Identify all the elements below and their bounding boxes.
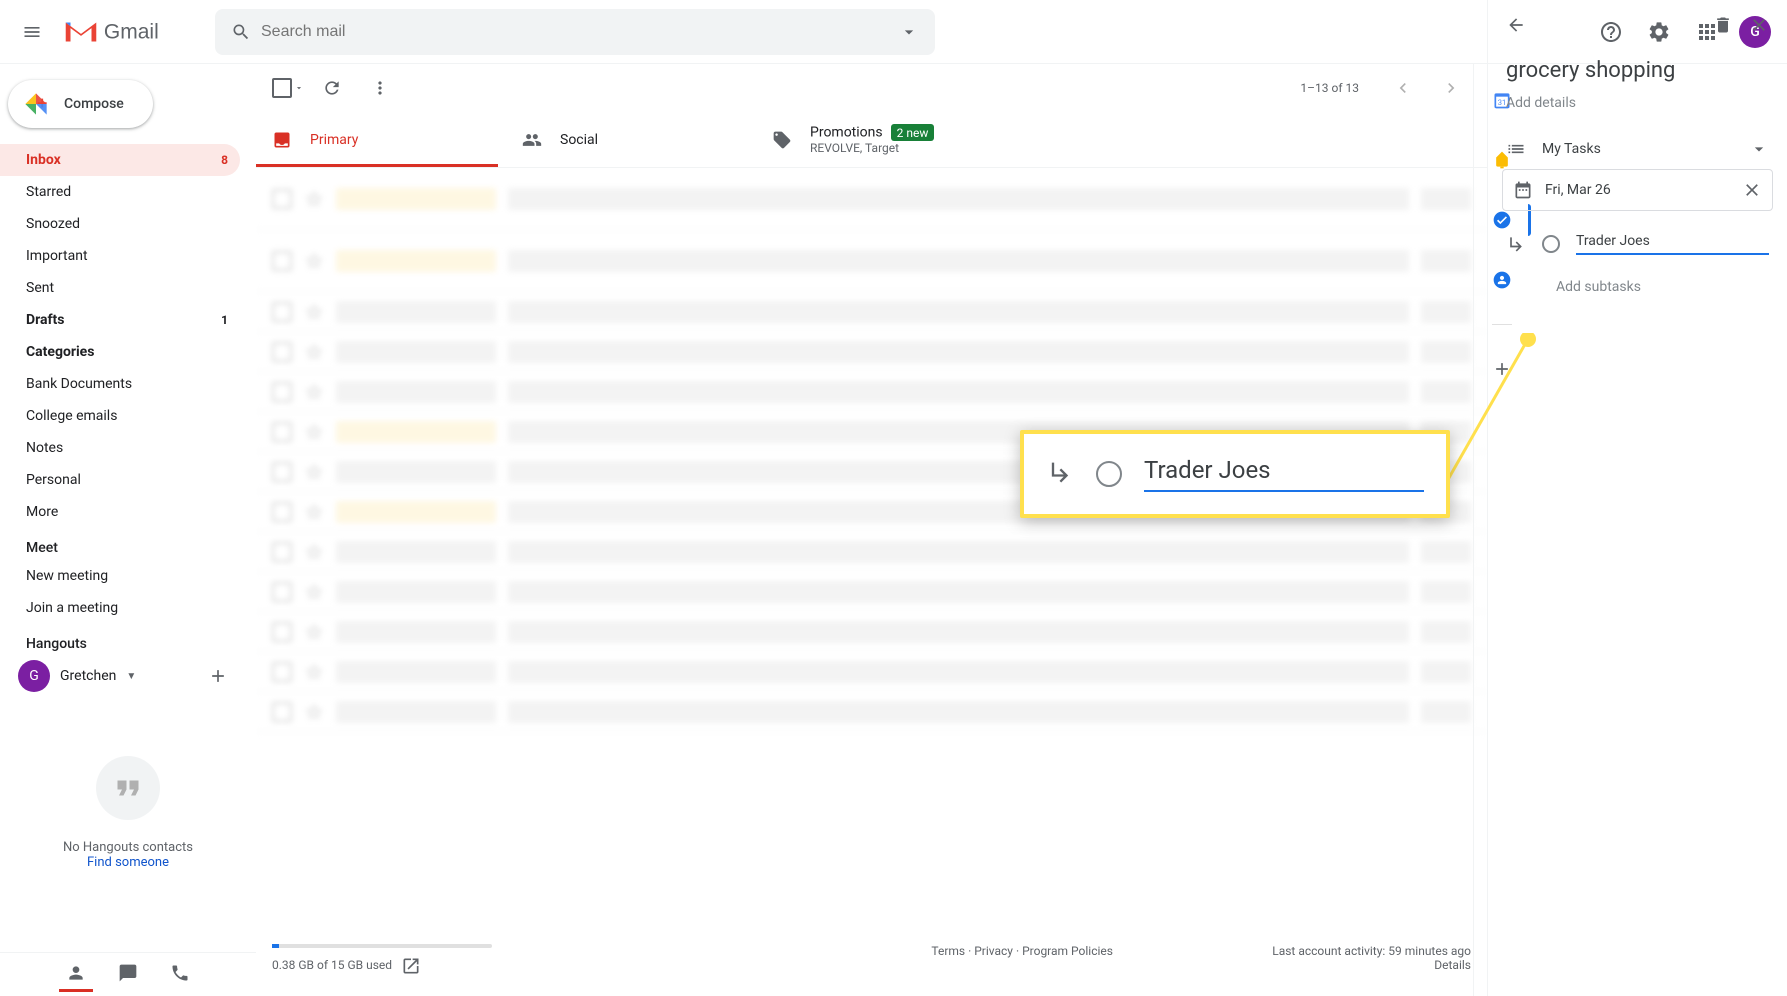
email-list xyxy=(256,168,1487,924)
footer-links: Terms · Privacy · Program Policies xyxy=(772,944,1272,976)
tag-icon xyxy=(772,130,792,150)
tab-primary[interactable]: Primary xyxy=(256,112,506,167)
sidebar-item-snoozed[interactable]: Snoozed xyxy=(0,208,240,240)
select-all-dropdown-icon[interactable] xyxy=(294,78,304,98)
subtask-title-input[interactable]: Trader Joes xyxy=(1576,233,1769,255)
page-next-button[interactable] xyxy=(1431,68,1471,108)
sidebar-item-important[interactable]: Important xyxy=(0,240,240,272)
gmail-logo[interactable]: Gmail xyxy=(56,12,165,52)
details-link[interactable]: Details xyxy=(1434,958,1471,972)
program-policies-link[interactable]: Program Policies xyxy=(1022,944,1113,958)
terms-link[interactable]: Terms xyxy=(931,944,965,958)
hangouts-empty-icon xyxy=(96,756,160,820)
sidebar-item-sent[interactable]: Sent xyxy=(0,272,240,304)
compose-button[interactable]: Compose xyxy=(8,80,153,128)
hangouts-user-avatar: G xyxy=(18,660,50,692)
sidebar-item-bank-documents[interactable]: Bank Documents xyxy=(0,368,240,400)
task-date-text: Fri, Mar 26 xyxy=(1545,182,1730,198)
search-icon[interactable] xyxy=(221,12,261,52)
more-actions-button[interactable] xyxy=(360,68,400,108)
email-row[interactable] xyxy=(256,292,1487,332)
storage-text: 0.38 GB of 15 GB used xyxy=(272,958,392,972)
select-all-checkbox[interactable] xyxy=(272,78,292,98)
promotions-sublabel: REVOLVE, Target xyxy=(810,141,934,155)
subtask-complete-circle[interactable] xyxy=(1542,235,1560,253)
tasks-back-button[interactable] xyxy=(1498,7,1534,43)
footer-tab-chat-icon[interactable] xyxy=(111,958,145,992)
sidebar-item-more[interactable]: More xyxy=(0,496,240,528)
refresh-button[interactable] xyxy=(312,68,352,108)
email-row[interactable] xyxy=(256,572,1487,612)
sidebar-item-notes[interactable]: Notes xyxy=(0,432,240,464)
storage-bar xyxy=(272,944,492,948)
tab-promotions[interactable]: Promotions2 new REVOLVE, Target xyxy=(756,112,1006,167)
hangouts-user-row[interactable]: G Gretchen ▼ xyxy=(0,656,256,696)
callout-text: Trader Joes xyxy=(1144,456,1424,492)
promotions-badge: 2 new xyxy=(891,124,935,141)
privacy-link[interactable]: Privacy xyxy=(974,944,1013,958)
task-list-name: My Tasks xyxy=(1542,141,1733,157)
calendar-icon xyxy=(1513,180,1533,200)
search-input[interactable] xyxy=(261,23,889,41)
sidebar-item-inbox[interactable]: Inbox8 xyxy=(0,144,240,176)
footer-tab-hangouts-icon[interactable] xyxy=(59,958,93,992)
sidebar-item-college-emails[interactable]: College emails xyxy=(0,400,240,432)
meet-header: Meet xyxy=(0,528,256,560)
chevron-down-icon[interactable]: ▼ xyxy=(126,671,136,682)
clear-date-icon[interactable] xyxy=(1742,180,1762,200)
svg-text:Gmail: Gmail xyxy=(104,20,159,43)
email-row[interactable] xyxy=(256,332,1487,372)
list-icon xyxy=(1506,139,1526,159)
sidebar-item-starred[interactable]: Starred xyxy=(0,176,240,208)
task-details-input[interactable]: Add details xyxy=(1488,91,1787,129)
task-title-input[interactable]: grocery shopping xyxy=(1488,50,1787,91)
tasks-delete-button[interactable] xyxy=(1705,7,1741,43)
open-in-new-icon[interactable] xyxy=(401,956,421,976)
email-row[interactable] xyxy=(256,692,1487,732)
email-row[interactable] xyxy=(256,612,1487,652)
sidebar-item-new-meeting[interactable]: New meeting xyxy=(0,560,240,592)
hangouts-header: Hangouts xyxy=(0,624,256,656)
compose-label: Compose xyxy=(64,96,124,112)
tab-social[interactable]: Social xyxy=(506,112,756,167)
page-prev-button[interactable] xyxy=(1383,68,1423,108)
subtask-callout: Trader Joes xyxy=(1020,430,1450,518)
task-list-selector[interactable]: My Tasks xyxy=(1488,129,1787,169)
email-row[interactable] xyxy=(256,652,1487,692)
sidebar-item-personal[interactable]: Personal xyxy=(0,464,240,496)
search-box[interactable] xyxy=(215,9,935,55)
main-menu-button[interactable] xyxy=(8,8,56,56)
pagination-range: 1–13 of 13 xyxy=(1300,81,1359,95)
callout-circle-icon xyxy=(1096,461,1122,487)
email-row[interactable] xyxy=(256,168,1487,230)
footer-tab-phone-icon[interactable] xyxy=(163,958,197,992)
subtask-arrow-icon xyxy=(1506,234,1526,254)
email-row[interactable] xyxy=(256,372,1487,412)
add-subtasks-link[interactable]: Add subtasks xyxy=(1488,267,1787,307)
hangouts-add-icon[interactable] xyxy=(208,666,228,686)
email-row[interactable] xyxy=(256,532,1487,572)
sidebar-item-join-meeting[interactable]: Join a meeting xyxy=(0,592,240,624)
account-activity-text: Last account activity: 59 minutes ago xyxy=(1272,944,1471,958)
no-hangouts-contacts-label: No Hangouts contacts xyxy=(0,840,256,855)
inbox-icon xyxy=(272,130,292,150)
email-row[interactable] xyxy=(256,230,1487,292)
subtask-row[interactable]: Trader Joes xyxy=(1488,221,1787,267)
callout-arrow-icon xyxy=(1046,458,1074,490)
search-options-icon[interactable] xyxy=(889,12,929,52)
task-date-row[interactable]: Fri, Mar 26 xyxy=(1502,169,1773,211)
sidebar-item-categories[interactable]: Categories xyxy=(0,336,240,368)
chevron-down-icon xyxy=(1749,139,1769,159)
hangouts-user-name: Gretchen xyxy=(60,668,116,684)
sidebar-item-drafts[interactable]: Drafts1 xyxy=(0,304,240,336)
tasks-close-button[interactable] xyxy=(1741,7,1777,43)
find-someone-link[interactable]: Find someone xyxy=(0,855,256,870)
people-icon xyxy=(522,130,542,150)
